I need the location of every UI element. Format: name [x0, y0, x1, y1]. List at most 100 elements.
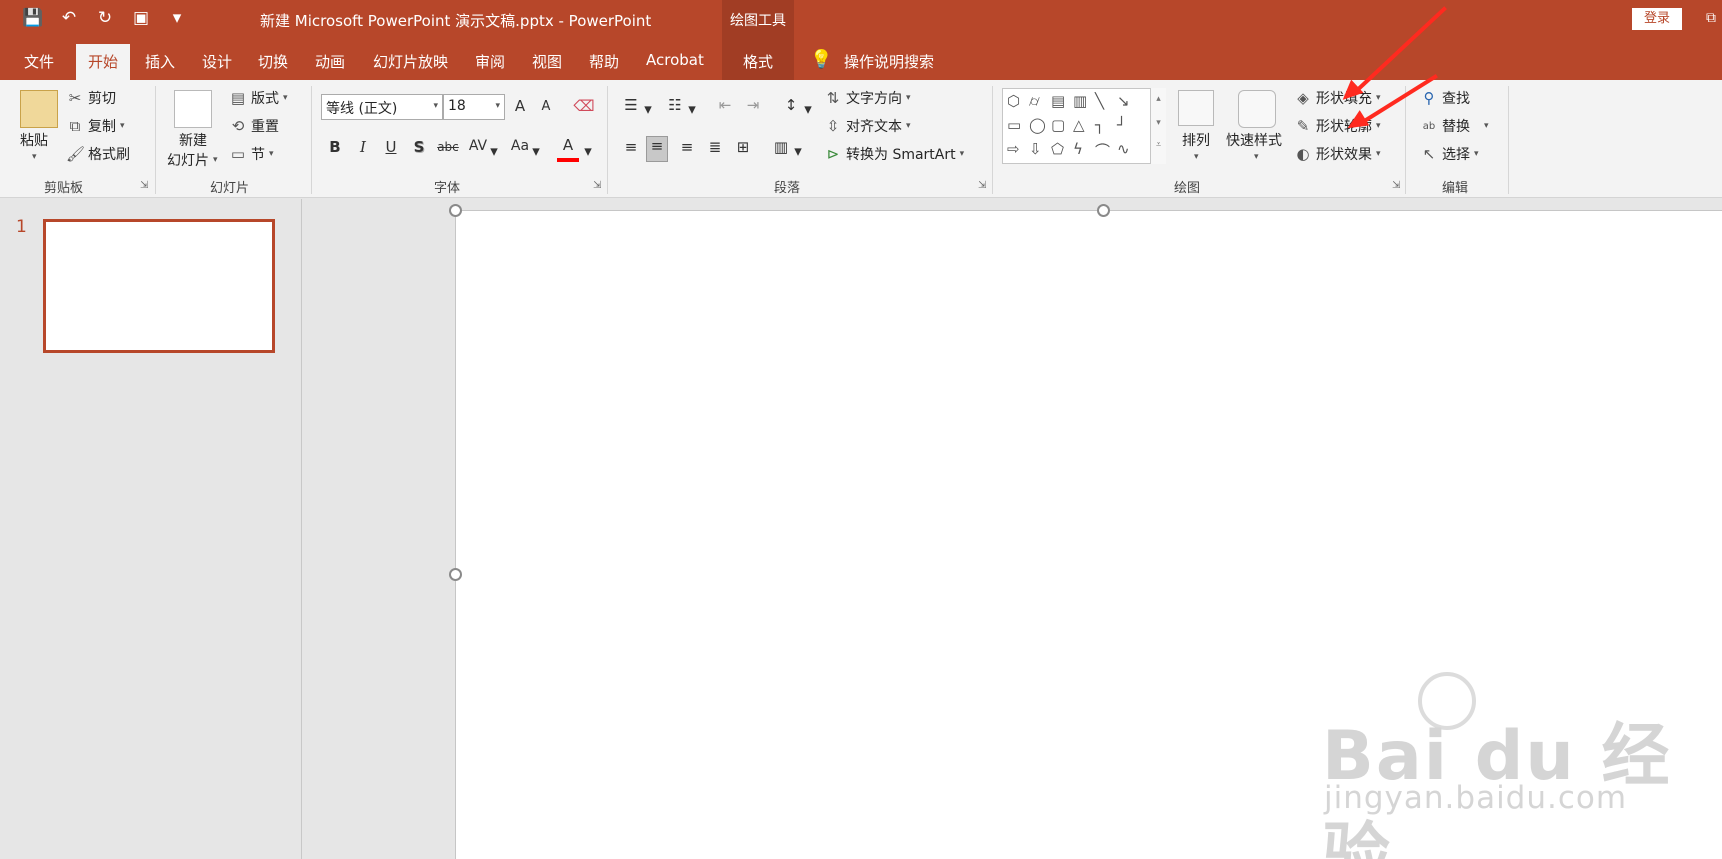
- resize-handle[interactable]: [449, 204, 462, 217]
- restore-icon[interactable]: ⧉: [1706, 10, 1716, 26]
- paste-dropdown-icon[interactable]: ▾: [32, 152, 37, 162]
- quick-styles-button[interactable]: 快速样式: [1226, 130, 1282, 150]
- bold-button[interactable]: B: [324, 138, 346, 156]
- font-size-box[interactable]: 18 ▾: [443, 94, 505, 120]
- section-button[interactable]: ▭ 节 ▾: [229, 144, 274, 164]
- chevron-down-icon[interactable]: ▾: [792, 142, 804, 160]
- arc-shape-icon[interactable]: ⌒: [1095, 140, 1110, 161]
- new-slide-button[interactable]: 新建: [179, 130, 207, 150]
- convert-smartart-button[interactable]: ⊳ 转换为 SmartArt ▾: [824, 144, 964, 164]
- slide-thumbnail[interactable]: [43, 219, 275, 353]
- align-center-icon[interactable]: ≡: [646, 136, 668, 162]
- increase-indent-icon[interactable]: ⇥: [742, 96, 764, 114]
- shapes-gallery[interactable]: ⬡ ⌭ ▤ ▥ ╲ ↘ ▭ ◯ ▢ △ ┐ ┘ ⇨ ⇩ ⬠ ϟ ⌒ ∿: [1002, 88, 1166, 164]
- find-button[interactable]: ⚲ 查找: [1420, 88, 1471, 108]
- resize-handle[interactable]: [1097, 204, 1110, 217]
- distributed-icon[interactable]: ⊞: [732, 138, 754, 156]
- rounded-rect-shape-icon[interactable]: ▢: [1051, 116, 1065, 134]
- tab-home[interactable]: 开始: [76, 44, 131, 80]
- chevron-down-icon[interactable]: ▾: [582, 142, 594, 160]
- format-painter-button[interactable]: 🖌 格式刷: [66, 144, 130, 164]
- tab-file[interactable]: 文件: [24, 51, 54, 72]
- pentagon-shape-icon[interactable]: ⬠: [1051, 140, 1064, 158]
- undo-icon[interactable]: ↶: [58, 8, 80, 28]
- tab-view[interactable]: 视图: [532, 51, 562, 72]
- tab-slideshow[interactable]: 幻灯片放映: [373, 51, 448, 72]
- text-direction-button[interactable]: ⇅ 文字方向 ▾: [824, 88, 911, 108]
- font-color-button[interactable]: A: [557, 136, 579, 162]
- elbow-arrow-shape-icon[interactable]: ┘: [1117, 116, 1126, 134]
- align-left-icon[interactable]: ≡: [620, 138, 642, 156]
- dialog-launcher-icon[interactable]: ⇲: [1392, 180, 1400, 191]
- chevron-down-icon[interactable]: ▾: [686, 100, 698, 118]
- dialog-launcher-icon[interactable]: ⇲: [140, 180, 148, 191]
- cut-button[interactable]: ✂ 剪切: [66, 88, 116, 108]
- customize-qat-icon[interactable]: ▾: [166, 8, 188, 28]
- copy-button[interactable]: ⧉ 复制 ▾: [66, 116, 125, 136]
- rectangle-shape-icon[interactable]: ▭: [1007, 116, 1021, 134]
- arrange-icon[interactable]: [1178, 90, 1214, 126]
- arrange-button[interactable]: 排列: [1182, 130, 1210, 150]
- cylinder-shape-icon[interactable]: ⌭: [1029, 92, 1040, 110]
- paste-icon[interactable]: [20, 90, 58, 128]
- textbox-shape-icon[interactable]: ▤: [1051, 92, 1065, 110]
- dialog-launcher-icon[interactable]: ⇲: [593, 180, 601, 191]
- align-right-icon[interactable]: ≡: [676, 138, 698, 156]
- line-shape-icon[interactable]: ╲: [1095, 92, 1104, 110]
- char-spacing-button[interactable]: AV: [466, 138, 490, 154]
- italic-button[interactable]: I: [352, 138, 374, 156]
- tab-help[interactable]: 帮助: [589, 51, 619, 72]
- elbow-connector-shape-icon[interactable]: ┐: [1095, 116, 1104, 134]
- tab-acrobat[interactable]: Acrobat: [646, 51, 704, 69]
- new-slide-icon[interactable]: [174, 90, 212, 128]
- tab-format[interactable]: 格式: [722, 40, 794, 80]
- chevron-down-icon[interactable]: ▾: [642, 100, 654, 118]
- paste-button[interactable]: 粘贴: [20, 130, 48, 150]
- chevron-down-icon[interactable]: ▾: [1254, 152, 1259, 162]
- tell-me-search[interactable]: 操作说明搜索: [844, 51, 934, 72]
- change-case-button[interactable]: Aa: [508, 138, 532, 154]
- columns-icon[interactable]: ▥: [770, 138, 792, 156]
- arrow-line-shape-icon[interactable]: ↘: [1117, 92, 1130, 110]
- resize-handle[interactable]: [449, 568, 462, 581]
- right-arrow-shape-icon[interactable]: ⇨: [1007, 140, 1020, 158]
- dialog-launcher-icon[interactable]: ⇲: [978, 180, 986, 191]
- tab-animations[interactable]: 动画: [315, 51, 345, 72]
- login-button[interactable]: 登录: [1632, 8, 1682, 30]
- oval-shape-icon[interactable]: ◯: [1029, 116, 1046, 134]
- underline-button[interactable]: U: [380, 138, 402, 156]
- shapes-scrollbar[interactable]: ▴ ▾ ⩡: [1150, 88, 1166, 164]
- redo-icon[interactable]: ↻: [94, 8, 116, 28]
- quick-styles-icon[interactable]: [1238, 90, 1276, 128]
- triangle-shape-icon[interactable]: △: [1073, 116, 1085, 134]
- line-spacing-icon[interactable]: ↕: [780, 96, 802, 114]
- tab-review[interactable]: 审阅: [475, 51, 505, 72]
- justify-icon[interactable]: ≣: [704, 138, 726, 156]
- lightning-shape-icon[interactable]: ϟ: [1073, 140, 1083, 158]
- cube-shape-icon[interactable]: ⬡: [1007, 92, 1020, 110]
- new-slide-dropdown[interactable]: 幻灯片 ▾: [167, 150, 218, 170]
- chevron-down-icon[interactable]: ▾: [1194, 152, 1199, 162]
- shape-effects-button[interactable]: ◐ 形状效果 ▾: [1294, 144, 1380, 164]
- layout-button[interactable]: ▤ 版式 ▾: [229, 88, 288, 108]
- clear-formatting-icon[interactable]: ⌫: [573, 97, 595, 115]
- grow-font-button[interactable]: A: [509, 97, 531, 115]
- save-icon[interactable]: 💾: [22, 8, 44, 28]
- font-name-box[interactable]: 等线 (正文) ▾: [321, 94, 443, 120]
- curve-shape-icon[interactable]: ∿: [1117, 140, 1130, 158]
- reset-button[interactable]: ⟲ 重置: [229, 116, 279, 136]
- numbering-icon[interactable]: ☷: [664, 96, 686, 114]
- bullets-icon[interactable]: ☰: [620, 96, 642, 114]
- chevron-down-icon[interactable]: ▾: [488, 142, 500, 160]
- decrease-indent-icon[interactable]: ⇤: [714, 96, 736, 114]
- tab-insert[interactable]: 插入: [145, 51, 175, 72]
- align-text-button[interactable]: ⇳ 对齐文本 ▾: [824, 116, 911, 136]
- select-button[interactable]: ↖ 选择 ▾: [1420, 144, 1479, 164]
- replace-button[interactable]: ab 替换 ▾: [1420, 116, 1489, 136]
- strikethrough-button[interactable]: abc: [434, 140, 462, 154]
- text-shadow-button[interactable]: S: [408, 138, 430, 156]
- shrink-font-button[interactable]: A: [535, 99, 557, 114]
- down-arrow-shape-icon[interactable]: ⇩: [1029, 140, 1042, 158]
- chevron-down-icon[interactable]: ▾: [802, 100, 814, 118]
- chevron-down-icon[interactable]: ▾: [530, 142, 542, 160]
